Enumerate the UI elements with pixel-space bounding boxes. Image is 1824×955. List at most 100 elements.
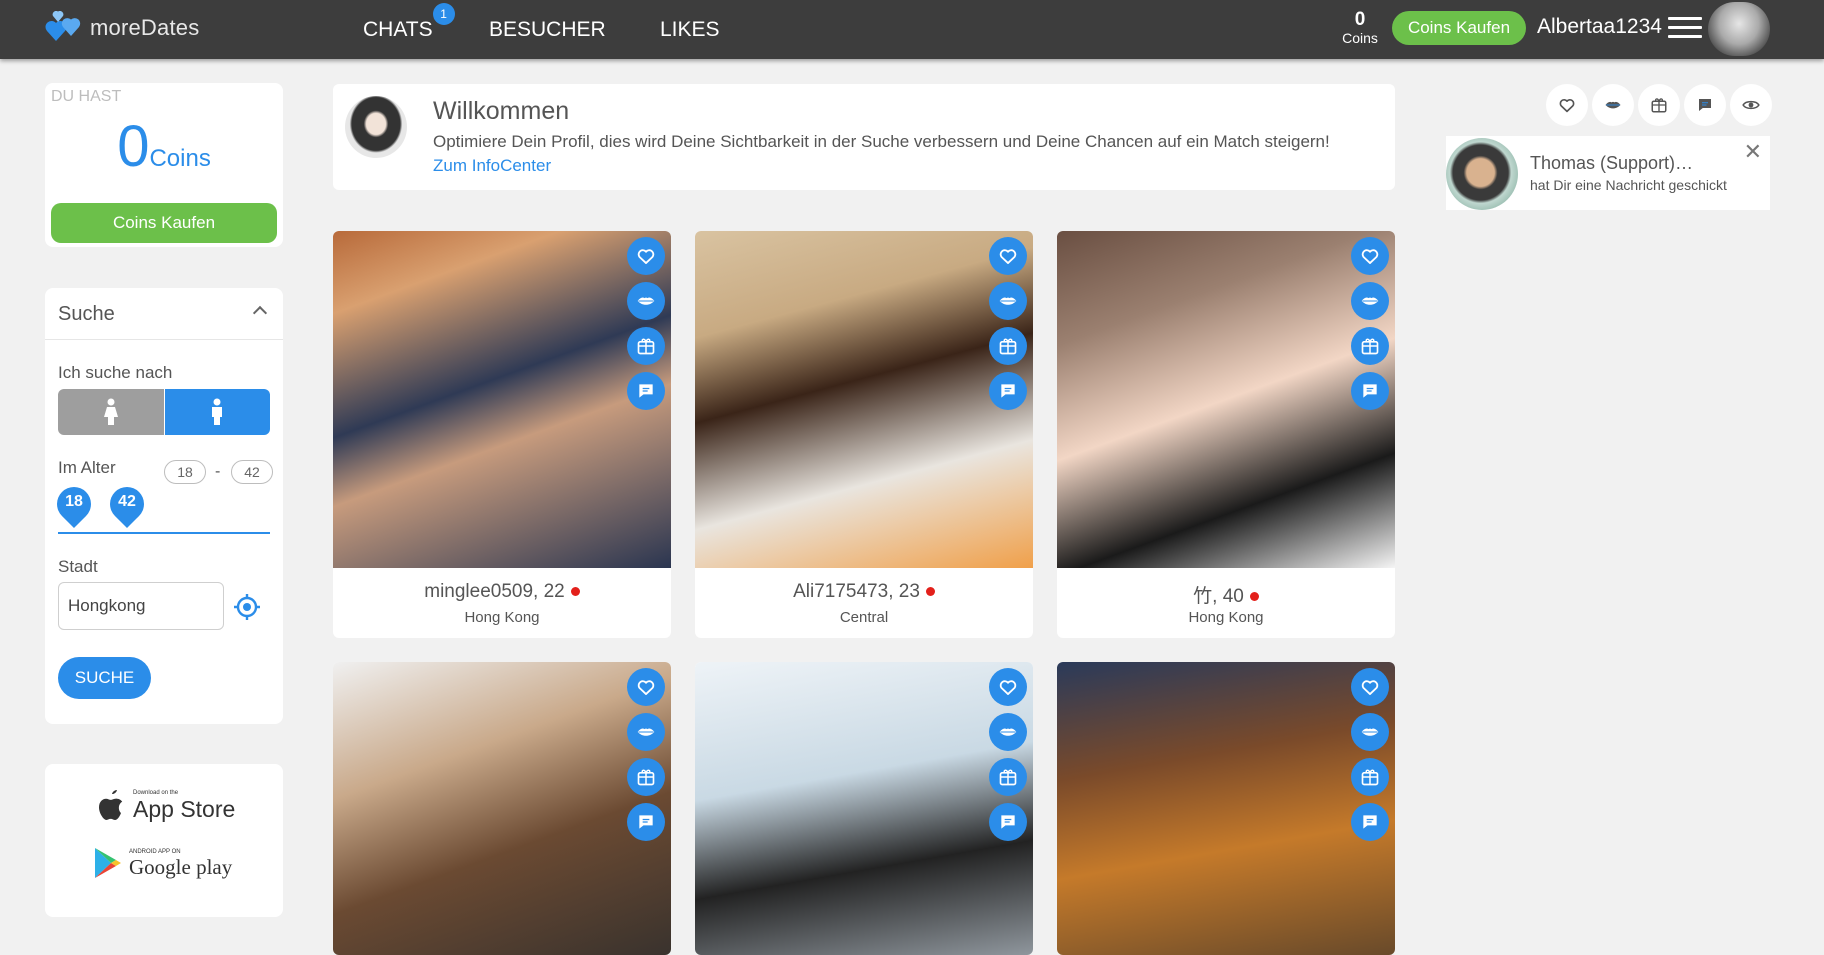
- notification-title: Thomas (Support)…: [1530, 153, 1694, 173]
- chat-button[interactable]: [989, 803, 1027, 841]
- nav-visitors[interactable]: BESUCHER: [489, 0, 606, 59]
- heart-filter-button[interactable]: [1546, 84, 1588, 126]
- google-play-badge[interactable]: ANDROID APP ON Google play: [93, 846, 232, 880]
- gift-button[interactable]: [1351, 327, 1389, 365]
- hearts-logo-icon: [44, 10, 84, 45]
- chat-icon: [998, 381, 1018, 401]
- heart-button[interactable]: [627, 237, 665, 275]
- close-icon[interactable]: ✕: [1744, 139, 1762, 165]
- chat-icon: [1696, 96, 1714, 114]
- heart-button[interactable]: [1351, 237, 1389, 275]
- profile-actions: [1351, 237, 1389, 417]
- age-slider-track[interactable]: [58, 532, 270, 534]
- menu-icon[interactable]: [1668, 17, 1702, 39]
- age-min-handle[interactable]: 18: [49, 479, 99, 531]
- search-panel-title: Suche: [58, 303, 115, 325]
- gift-button[interactable]: [989, 758, 1027, 796]
- city-input[interactable]: [58, 582, 224, 630]
- age-max-handle[interactable]: 42: [102, 479, 152, 531]
- buy-coins-button[interactable]: Coins Kaufen: [51, 203, 277, 243]
- nav-likes[interactable]: LIKES: [660, 0, 720, 59]
- chat-button[interactable]: [1351, 803, 1389, 841]
- profile-photo[interactable]: [695, 662, 1033, 955]
- looking-for-label: Ich suche nach: [58, 363, 173, 382]
- brand-logo[interactable]: moreDates: [44, 10, 199, 46]
- heart-button[interactable]: [627, 668, 665, 706]
- heart-icon: [1558, 96, 1576, 114]
- chat-button[interactable]: [1351, 372, 1389, 410]
- female-icon: [103, 398, 118, 425]
- gift-button[interactable]: [1351, 758, 1389, 796]
- welcome-banner: Willkommen Optimiere Dein Profil, dies w…: [333, 84, 1395, 190]
- profile-photo[interactable]: [1057, 231, 1395, 568]
- apple-icon: [99, 790, 123, 820]
- profile-card[interactable]: [1057, 662, 1395, 955]
- username[interactable]: Albertaa1234: [1537, 15, 1662, 39]
- locate-icon[interactable]: [233, 593, 261, 621]
- kiss-button[interactable]: [627, 713, 665, 751]
- profile-name[interactable]: 竹, 40: [1057, 581, 1395, 608]
- coins-balance-value: 0: [117, 114, 150, 179]
- brand-name: moreDates: [90, 15, 200, 40]
- age-max-field[interactable]: 42: [231, 460, 273, 484]
- kiss-button[interactable]: [989, 282, 1027, 320]
- nav-visitors-label: BESUCHER: [489, 17, 606, 41]
- gift-button[interactable]: [989, 327, 1027, 365]
- chat-filter-button[interactable]: [1684, 84, 1726, 126]
- chat-button[interactable]: [627, 803, 665, 841]
- profile-card[interactable]: 竹, 40 Hong Kong: [1057, 231, 1395, 638]
- message-notification[interactable]: Thomas (Support)… hat Dir eine Nachricht…: [1446, 136, 1770, 210]
- profile-card[interactable]: [333, 662, 671, 955]
- age-min-handle-value: 18: [65, 493, 83, 510]
- user-avatar[interactable]: [1708, 2, 1770, 56]
- eye-filter-button[interactable]: [1730, 84, 1772, 126]
- infocenter-link[interactable]: Zum InfoCenter: [433, 156, 551, 176]
- profile-name[interactable]: Ali7175473, 23: [695, 581, 1033, 603]
- kiss-button[interactable]: [989, 713, 1027, 751]
- profile-actions: [627, 668, 665, 848]
- kiss-icon: [1360, 722, 1380, 742]
- profile-card[interactable]: [695, 662, 1033, 955]
- nav-chats[interactable]: CHATS 1: [363, 0, 455, 59]
- kiss-button[interactable]: [1351, 713, 1389, 751]
- coins-counter[interactable]: 0 Coins: [1336, 10, 1384, 47]
- gift-icon: [636, 767, 656, 787]
- gender-male-option[interactable]: [164, 389, 270, 435]
- gift-button[interactable]: [627, 758, 665, 796]
- profile-photo[interactable]: [333, 662, 671, 955]
- profile-photo[interactable]: [1057, 662, 1395, 955]
- profile-name[interactable]: minglee0509, 22: [333, 581, 671, 603]
- gender-female-option[interactable]: [58, 389, 165, 435]
- city-label: Stadt: [58, 557, 98, 576]
- chat-icon: [1360, 381, 1380, 401]
- chat-button[interactable]: [627, 372, 665, 410]
- profile-card[interactable]: minglee0509, 22 Hong Kong: [333, 231, 671, 638]
- profile-photo[interactable]: [333, 231, 671, 568]
- heart-button[interactable]: [1351, 668, 1389, 706]
- online-status-dot: [1249, 592, 1259, 602]
- profile-photo[interactable]: [695, 231, 1033, 568]
- gift-button[interactable]: [627, 327, 665, 365]
- buy-coins-header-button[interactable]: Coins Kaufen: [1392, 11, 1526, 45]
- age-range-separator: -: [215, 463, 221, 480]
- search-submit-button[interactable]: SUCHE: [58, 657, 151, 699]
- coins-card-title: DU HAST: [51, 88, 122, 105]
- kiss-button[interactable]: [627, 282, 665, 320]
- heart-button[interactable]: [989, 668, 1027, 706]
- app-store-badge[interactable]: Download on the App Store: [95, 786, 235, 824]
- profile-actions: [627, 237, 665, 417]
- profile-card[interactable]: Ali7175473, 23 Central: [695, 231, 1033, 638]
- welcome-avatar: [345, 96, 407, 158]
- kiss-icon: [1604, 96, 1622, 114]
- heart-icon: [1360, 246, 1380, 266]
- kiss-button[interactable]: [1351, 282, 1389, 320]
- kiss-filter-button[interactable]: [1592, 84, 1634, 126]
- heart-button[interactable]: [989, 237, 1027, 275]
- search-panel-header[interactable]: Suche: [45, 288, 283, 340]
- profile-actions: [989, 237, 1027, 417]
- chat-button[interactable]: [989, 372, 1027, 410]
- chevron-up-icon[interactable]: [252, 305, 268, 321]
- gift-filter-button[interactable]: [1638, 84, 1680, 126]
- profile-city: Hong Kong: [1188, 609, 1264, 626]
- age-min-field[interactable]: 18: [164, 460, 206, 484]
